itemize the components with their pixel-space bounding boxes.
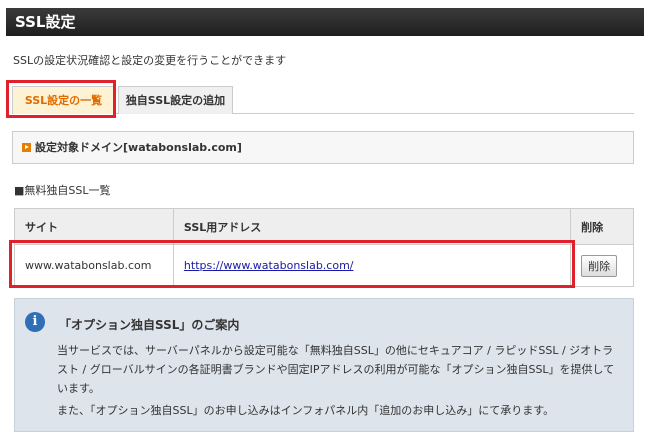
delete-cell: 削除 bbox=[570, 244, 634, 287]
tab-highlight-frame bbox=[6, 80, 116, 118]
tab-add-ssl[interactable]: 独自SSL設定の追加 bbox=[118, 86, 233, 114]
delete-button[interactable]: 削除 bbox=[581, 254, 618, 277]
arrow-right-icon bbox=[22, 142, 31, 152]
row-highlight-frame bbox=[9, 240, 575, 288]
info-text-application: また、「オプション独自SSL」のお申し込みはインフォパネル内「追加のお申し込み」… bbox=[57, 404, 555, 417]
target-domain-box: 設定対象ドメイン[watabonslab.com] bbox=[12, 131, 634, 164]
info-title: 「オプション独自SSL」のご案内 bbox=[59, 318, 240, 332]
page-title: SSL設定 bbox=[6, 8, 644, 36]
target-domain-label: 設定対象ドメイン[watabonslab.com] bbox=[35, 141, 242, 154]
info-box: i 「オプション独自SSL」のご案内 当サービスでは、サーバーパネルから設定可能… bbox=[14, 298, 634, 432]
info-icon: i bbox=[25, 312, 45, 332]
section-title: ■無料独自SSL一覧 bbox=[14, 184, 111, 197]
column-header-delete: 削除 bbox=[570, 208, 634, 245]
intro-text: SSLの設定状況確認と設定の変更を行うことができます bbox=[13, 54, 287, 67]
info-text: 当サービスでは、サーバーパネルから設定可能な「無料独自SSL」の他にセキュアコア… bbox=[57, 344, 615, 395]
